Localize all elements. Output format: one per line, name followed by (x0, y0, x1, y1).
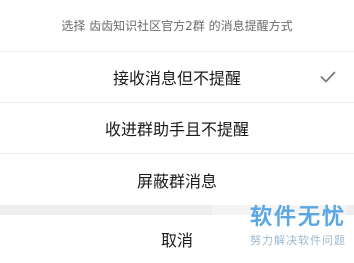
option-receive-no-alert[interactable]: 接收消息但不提醒 (0, 52, 354, 103)
cancel-button[interactable]: 取消 (0, 215, 354, 263)
option-label: 接收消息但不提醒 (112, 69, 241, 88)
option-group-assistant[interactable]: 收进群助手且不提醒 (0, 103, 354, 154)
action-sheet: 选择 齿齿知识社区官方2群 的消息提醒方式 接收消息但不提醒 收进群助手且不提醒… (0, 0, 354, 263)
separator (0, 205, 354, 215)
option-label: 屏蔽群消息 (136, 171, 217, 191)
check-icon (320, 71, 336, 83)
option-label: 收进群助手且不提醒 (104, 120, 249, 139)
option-block-messages[interactable]: 屏蔽群消息 (0, 154, 354, 205)
sheet-title: 选择 齿齿知识社区官方2群 的消息提醒方式 (0, 0, 354, 52)
